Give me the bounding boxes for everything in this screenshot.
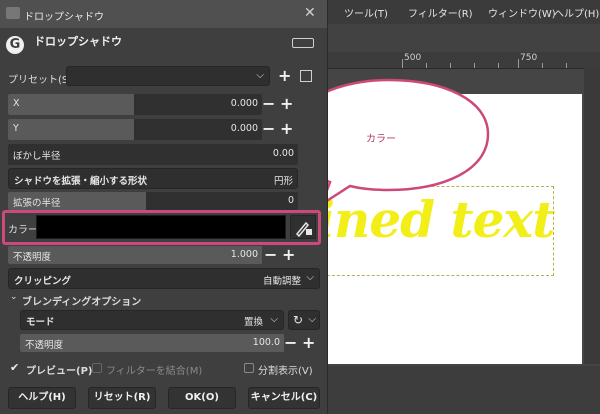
- menu-help[interactable]: ヘルプ(H): [554, 5, 599, 20]
- grow-radius-value: 0: [287, 195, 294, 206]
- menu-windows[interactable]: ウィンドウ(W): [488, 5, 556, 20]
- chevron-down-icon: ⌵: [270, 314, 278, 325]
- blur-radius-slider[interactable]: ぼかし半径 0.00: [8, 144, 298, 165]
- chevron-down-icon: ⌵: [308, 314, 316, 325]
- opacity-value: 1.000: [230, 249, 258, 260]
- cancel-button[interactable]: キャンセル(C): [248, 387, 320, 409]
- ruler-tick: [498, 63, 499, 68]
- menu-tools[interactable]: ツール(T): [344, 5, 388, 20]
- y-decrement-icon[interactable]: −: [262, 121, 275, 137]
- expander-arrow-icon[interactable]: ⌄: [10, 292, 18, 302]
- mode-label: モード: [26, 317, 55, 328]
- vertical-scrollbar[interactable]: [584, 68, 600, 364]
- blend-opacity-increment-icon[interactable]: +: [302, 335, 315, 351]
- opacity-decrement-icon[interactable]: −: [264, 247, 277, 263]
- x-label: X: [13, 98, 20, 109]
- y-slider-fill: [8, 119, 134, 140]
- composite-mode-button[interactable]: ↻ ⌵: [288, 310, 320, 330]
- x-increment-icon[interactable]: +: [280, 96, 293, 112]
- ruler-tick: [426, 63, 427, 68]
- gegl-logo-icon: G: [6, 36, 24, 54]
- ruler-tick: [518, 59, 519, 68]
- split-view-checkbox[interactable]: [244, 363, 254, 373]
- opacity-slider[interactable]: 不透明度 1.000: [8, 246, 262, 264]
- ruler-tick: [542, 63, 543, 68]
- x-decrement-icon[interactable]: −: [262, 96, 275, 112]
- y-value: 0.000: [230, 123, 258, 134]
- presets-combo[interactable]: ⌵: [66, 66, 270, 86]
- grow-radius-slider[interactable]: 拡張の半径 0: [8, 192, 298, 210]
- merge-filter-checkbox[interactable]: [92, 363, 102, 373]
- grow-shape-label: シャドウを拡張・縮小する形状: [14, 176, 148, 187]
- ruler-label-750: 750: [520, 53, 538, 63]
- ok-button[interactable]: OK(O): [168, 387, 236, 409]
- status-area: [326, 366, 600, 414]
- blend-opacity-label: 不透明度: [25, 340, 64, 351]
- chevron-down-icon: ⌵: [306, 272, 314, 283]
- close-icon[interactable]: ✕: [304, 5, 316, 21]
- callout-text: カラー: [366, 134, 396, 145]
- blend-opacity-decrement-icon[interactable]: −: [284, 335, 297, 351]
- tool-options-strip: [326, 24, 600, 52]
- ruler-tick: [450, 63, 451, 68]
- menubar: ツール(T) フィルター(R) ウィンドウ(W) ヘルプ(H): [326, 0, 600, 24]
- ruler-label-500: 500: [404, 53, 422, 63]
- add-preset-icon[interactable]: +: [278, 68, 291, 84]
- grow-shape-value: 円形: [273, 176, 293, 187]
- merge-filter-label: フィルターを結合(M): [106, 366, 203, 377]
- y-label: Y: [13, 123, 19, 134]
- opacity-increment-icon[interactable]: +: [282, 247, 295, 263]
- chevron-down-icon: ⌵: [256, 70, 264, 81]
- clipping-value: 自動調整: [262, 276, 301, 287]
- ruler-tick: [474, 63, 475, 68]
- help-button[interactable]: ヘルプ(H): [8, 387, 76, 409]
- ruler-tick: [566, 63, 567, 68]
- dialog-menu-button[interactable]: [292, 38, 314, 48]
- mode-combo[interactable]: モード 置換 ⌵: [20, 310, 284, 330]
- grow-radius-label: 拡張の半径: [13, 198, 61, 209]
- preview-label: プレビュー(P): [26, 366, 93, 377]
- preview-checkbox[interactable]: ✔: [10, 361, 19, 374]
- grow-shape-combo[interactable]: シャドウを拡張・縮小する形状 円形: [8, 168, 298, 189]
- x-value: 0.000: [230, 98, 258, 109]
- clipping-label: クリッピング: [14, 276, 72, 287]
- menu-filters[interactable]: フィルター(R): [408, 5, 473, 20]
- filter-name-heading: ドロップシャドウ: [34, 35, 122, 48]
- x-slider-fill: [8, 94, 134, 115]
- clipping-combo[interactable]: クリッピング 自動調整 ⌵: [8, 268, 320, 289]
- y-offset-slider[interactable]: Y 0.000: [8, 119, 262, 140]
- blur-label: ぼかし半径: [13, 151, 61, 162]
- y-increment-icon[interactable]: +: [280, 121, 293, 137]
- split-view-label: 分割表示(V): [258, 366, 313, 377]
- reset-button[interactable]: リセット(R): [88, 387, 156, 409]
- manage-presets-icon[interactable]: [300, 70, 312, 82]
- horizontal-ruler: 500 750: [326, 52, 600, 69]
- opacity-label: 不透明度: [13, 252, 52, 263]
- blending-options-label[interactable]: ブレンディングオプション: [22, 293, 141, 308]
- mode-value: 置換: [243, 317, 263, 328]
- blur-value: 0.00: [272, 148, 294, 159]
- ruler-tick: [402, 59, 403, 68]
- x-offset-slider[interactable]: X 0.000: [8, 94, 262, 115]
- blend-opacity-slider[interactable]: 不透明度 100.0: [20, 334, 284, 352]
- refresh-icon: ↻: [293, 313, 304, 327]
- blend-opacity-value: 100.0: [252, 337, 280, 348]
- dialog-title: ドロップシャドウ: [24, 12, 104, 23]
- color-highlight-frame: [2, 210, 321, 245]
- gimp-app-icon: [6, 7, 20, 19]
